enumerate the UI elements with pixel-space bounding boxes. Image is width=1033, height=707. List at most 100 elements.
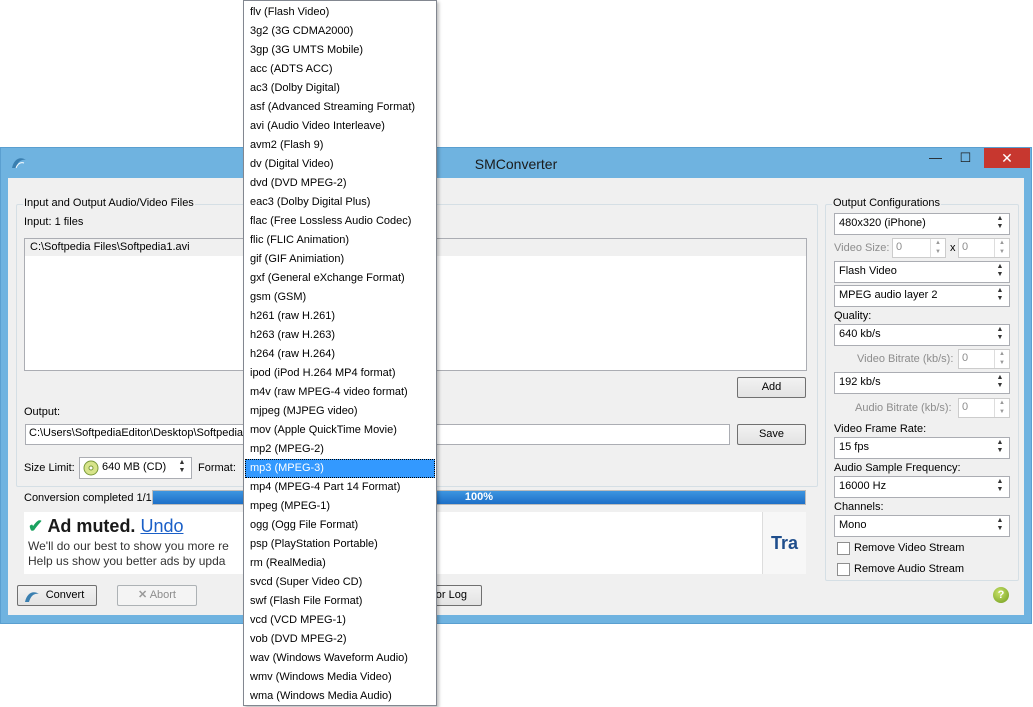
format-option[interactable]: asf (Advanced Streaming Format) bbox=[245, 98, 435, 117]
video-codec-select[interactable]: Flash Video ▲ ▼ bbox=[834, 261, 1010, 283]
close-button[interactable]: ✕ bbox=[984, 148, 1030, 168]
spin-arrows-icon: ▲ ▼ bbox=[996, 517, 1004, 532]
channels-value: Mono bbox=[839, 519, 867, 531]
format-option[interactable]: ac3 (Dolby Digital) bbox=[245, 79, 435, 98]
spin-arrows-icon: ▲ ▼ bbox=[996, 478, 1004, 493]
audio-codec-value: MPEG audio layer 2 bbox=[839, 289, 938, 301]
format-option[interactable]: m4v (raw MPEG-4 video format) bbox=[245, 383, 435, 402]
format-option[interactable]: wav (Windows Waveform Audio) bbox=[245, 649, 435, 668]
format-option[interactable]: eac3 (Dolby Digital Plus) bbox=[245, 193, 435, 212]
remove-audio-label[interactable]: Remove Audio Stream bbox=[854, 563, 964, 575]
format-option[interactable]: h263 (raw H.263) bbox=[245, 326, 435, 345]
video-bitrate-spinner[interactable]: 0 ▲ ▼ bbox=[958, 349, 1010, 369]
spin-arrows-icon: ▲ ▼ bbox=[996, 326, 1004, 341]
format-option[interactable]: svcd (Super Video CD) bbox=[245, 573, 435, 592]
video-height-value: 0 bbox=[962, 241, 969, 253]
files-group-label: Input and Output Audio/Video Files bbox=[23, 197, 195, 209]
spin-arrows-icon[interactable]: ▲ ▼ bbox=[930, 239, 945, 257]
remove-audio-checkbox[interactable] bbox=[837, 563, 850, 576]
convert-button[interactable]: Convert bbox=[17, 585, 97, 606]
format-option[interactable]: dv (Digital Video) bbox=[245, 155, 435, 174]
format-option[interactable]: flv (Flash Video) bbox=[245, 3, 435, 22]
ad-undo-link[interactable]: Undo bbox=[140, 516, 183, 536]
format-option[interactable]: swf (Flash File Format) bbox=[245, 592, 435, 611]
format-option[interactable]: ipod (iPod H.264 MP4 format) bbox=[245, 364, 435, 383]
remove-video-checkbox[interactable] bbox=[837, 542, 850, 555]
spin-arrows-icon[interactable]: ▲ ▼ bbox=[994, 239, 1009, 257]
output-label: Output: bbox=[24, 406, 61, 418]
audio-bitrate-value: 0 bbox=[962, 401, 969, 413]
checkmark-icon: ✔ bbox=[28, 516, 44, 536]
cd-disc-icon bbox=[83, 460, 99, 476]
sample-frequency-select[interactable]: 16000 Hz ▲ ▼ bbox=[834, 476, 1010, 498]
format-dropdown-list[interactable]: flv (Flash Video) 3g2 (3G CDMA2000) 3gp (3… bbox=[243, 0, 437, 706]
audio-codec-select[interactable]: MPEG audio layer 2 ▲ ▼ bbox=[834, 285, 1010, 307]
format-option[interactable]: rm (RealMedia) bbox=[245, 554, 435, 573]
format-option[interactable]: h264 (raw H.264) bbox=[245, 345, 435, 364]
format-option[interactable]: mp4 (MPEG-4 Part 14 Format) bbox=[245, 478, 435, 497]
format-option[interactable]: 3gp (3G UMTS Mobile) bbox=[245, 41, 435, 60]
format-option[interactable]: 3g2 (3G CDMA2000) bbox=[245, 22, 435, 41]
ad-text-line-2: Help us show you better ads by upda bbox=[28, 554, 226, 568]
minimize-button[interactable]: — bbox=[922, 148, 949, 168]
video-codec-value: Flash Video bbox=[839, 265, 897, 277]
spin-arrows-icon: ▲ ▼ bbox=[996, 374, 1004, 389]
format-option[interactable]: flic (FLIC Animation) bbox=[245, 231, 435, 250]
video-width-spinner[interactable]: 0 ▲ ▼ bbox=[892, 238, 946, 258]
sample-frequency-value: 16000 Hz bbox=[839, 480, 887, 492]
frame-rate-select[interactable]: 15 fps ▲ ▼ bbox=[834, 437, 1010, 459]
output-config-label: Output Configurations bbox=[832, 197, 942, 209]
format-option[interactable]: mpeg (MPEG-1) bbox=[245, 497, 435, 516]
format-option[interactable]: gsm (GSM) bbox=[245, 288, 435, 307]
format-option[interactable]: avm2 (Flash 9) bbox=[245, 136, 435, 155]
format-option[interactable]: wma (Windows Media Audio) bbox=[245, 687, 435, 706]
audio-bitrate-spinner[interactable]: 0 ▲ ▼ bbox=[958, 398, 1010, 418]
preset-select[interactable]: 480x320 (iPhone) ▲ ▼ bbox=[834, 213, 1010, 235]
spin-arrows-icon[interactable]: ▲ ▼ bbox=[994, 399, 1009, 417]
format-option[interactable]: gif (GIF Animiation) bbox=[245, 250, 435, 269]
size-limit-label: Size Limit: bbox=[24, 462, 75, 474]
channels-select[interactable]: Mono ▲ ▼ bbox=[834, 515, 1010, 537]
format-option[interactable]: vcd (VCD MPEG-1) bbox=[245, 611, 435, 630]
title-bar[interactable]: SMConverter — ☐ ✕ bbox=[1, 148, 1031, 178]
convert-icon bbox=[25, 592, 39, 602]
format-option[interactable]: mov (Apple QuickTime Movie) bbox=[245, 421, 435, 440]
format-option[interactable]: dvd (DVD MPEG-2) bbox=[245, 174, 435, 193]
format-option[interactable]: gxf (General eXchange Format) bbox=[245, 269, 435, 288]
abort-x-icon: ✕ bbox=[138, 589, 148, 601]
format-label: Format: bbox=[198, 462, 236, 474]
abort-label: Abort bbox=[149, 589, 176, 601]
format-option[interactable]: acc (ADTS ACC) bbox=[245, 60, 435, 79]
audio-bitrate-label: Audio Bitrate (kb/s): bbox=[855, 402, 952, 414]
format-option[interactable]: avi (Audio Video Interleave) bbox=[245, 117, 435, 136]
format-option[interactable]: mp2 (MPEG-2) bbox=[245, 440, 435, 459]
save-button[interactable]: Save bbox=[737, 424, 806, 445]
video-width-value: 0 bbox=[896, 241, 903, 253]
spin-arrows-icon[interactable]: ▲ ▼ bbox=[994, 350, 1009, 368]
maximize-button[interactable]: ☐ bbox=[952, 148, 979, 168]
spin-arrows-icon: ▲ ▼ bbox=[996, 215, 1004, 230]
format-option[interactable]: mjpeg (MJPEG video) bbox=[245, 402, 435, 421]
remove-video-label[interactable]: Remove Video Stream bbox=[854, 542, 964, 554]
size-limit-select[interactable]: 640 MB (CD) ▲ ▼ bbox=[79, 457, 192, 479]
size-limit-value: 640 MB (CD) bbox=[102, 461, 167, 473]
spin-arrows-icon: ▲ ▼ bbox=[996, 263, 1004, 278]
abort-button[interactable]: ✕ Abort bbox=[117, 585, 197, 606]
format-option[interactable]: vob (DVD MPEG-2) bbox=[245, 630, 435, 649]
video-height-spinner[interactable]: 0 ▲ ▼ bbox=[958, 238, 1010, 258]
format-option[interactable]: psp (PlayStation Portable) bbox=[245, 535, 435, 554]
format-option[interactable]: flac (Free Lossless Audio Codec) bbox=[245, 212, 435, 231]
help-icon[interactable]: ? bbox=[993, 587, 1009, 603]
add-button[interactable]: Add bbox=[737, 377, 806, 398]
format-option[interactable]: wmv (Windows Media Video) bbox=[245, 668, 435, 687]
video-quality-select[interactable]: 640 kb/s ▲ ▼ bbox=[834, 324, 1010, 346]
video-bitrate-label: Video Bitrate (kb/s): bbox=[857, 353, 954, 365]
format-option[interactable]: mp3 (MPEG-3) bbox=[245, 459, 435, 478]
spin-arrows-icon: ▲ ▼ bbox=[996, 287, 1004, 302]
convert-label: Convert bbox=[45, 589, 85, 601]
video-bitrate-value: 0 bbox=[962, 352, 969, 364]
format-option[interactable]: ogg (Ogg File Format) bbox=[245, 516, 435, 535]
format-option[interactable]: h261 (raw H.261) bbox=[245, 307, 435, 326]
ad-side-image[interactable]: Tra bbox=[762, 512, 806, 574]
audio-quality-select[interactable]: 192 kb/s ▲ ▼ bbox=[834, 372, 1010, 394]
